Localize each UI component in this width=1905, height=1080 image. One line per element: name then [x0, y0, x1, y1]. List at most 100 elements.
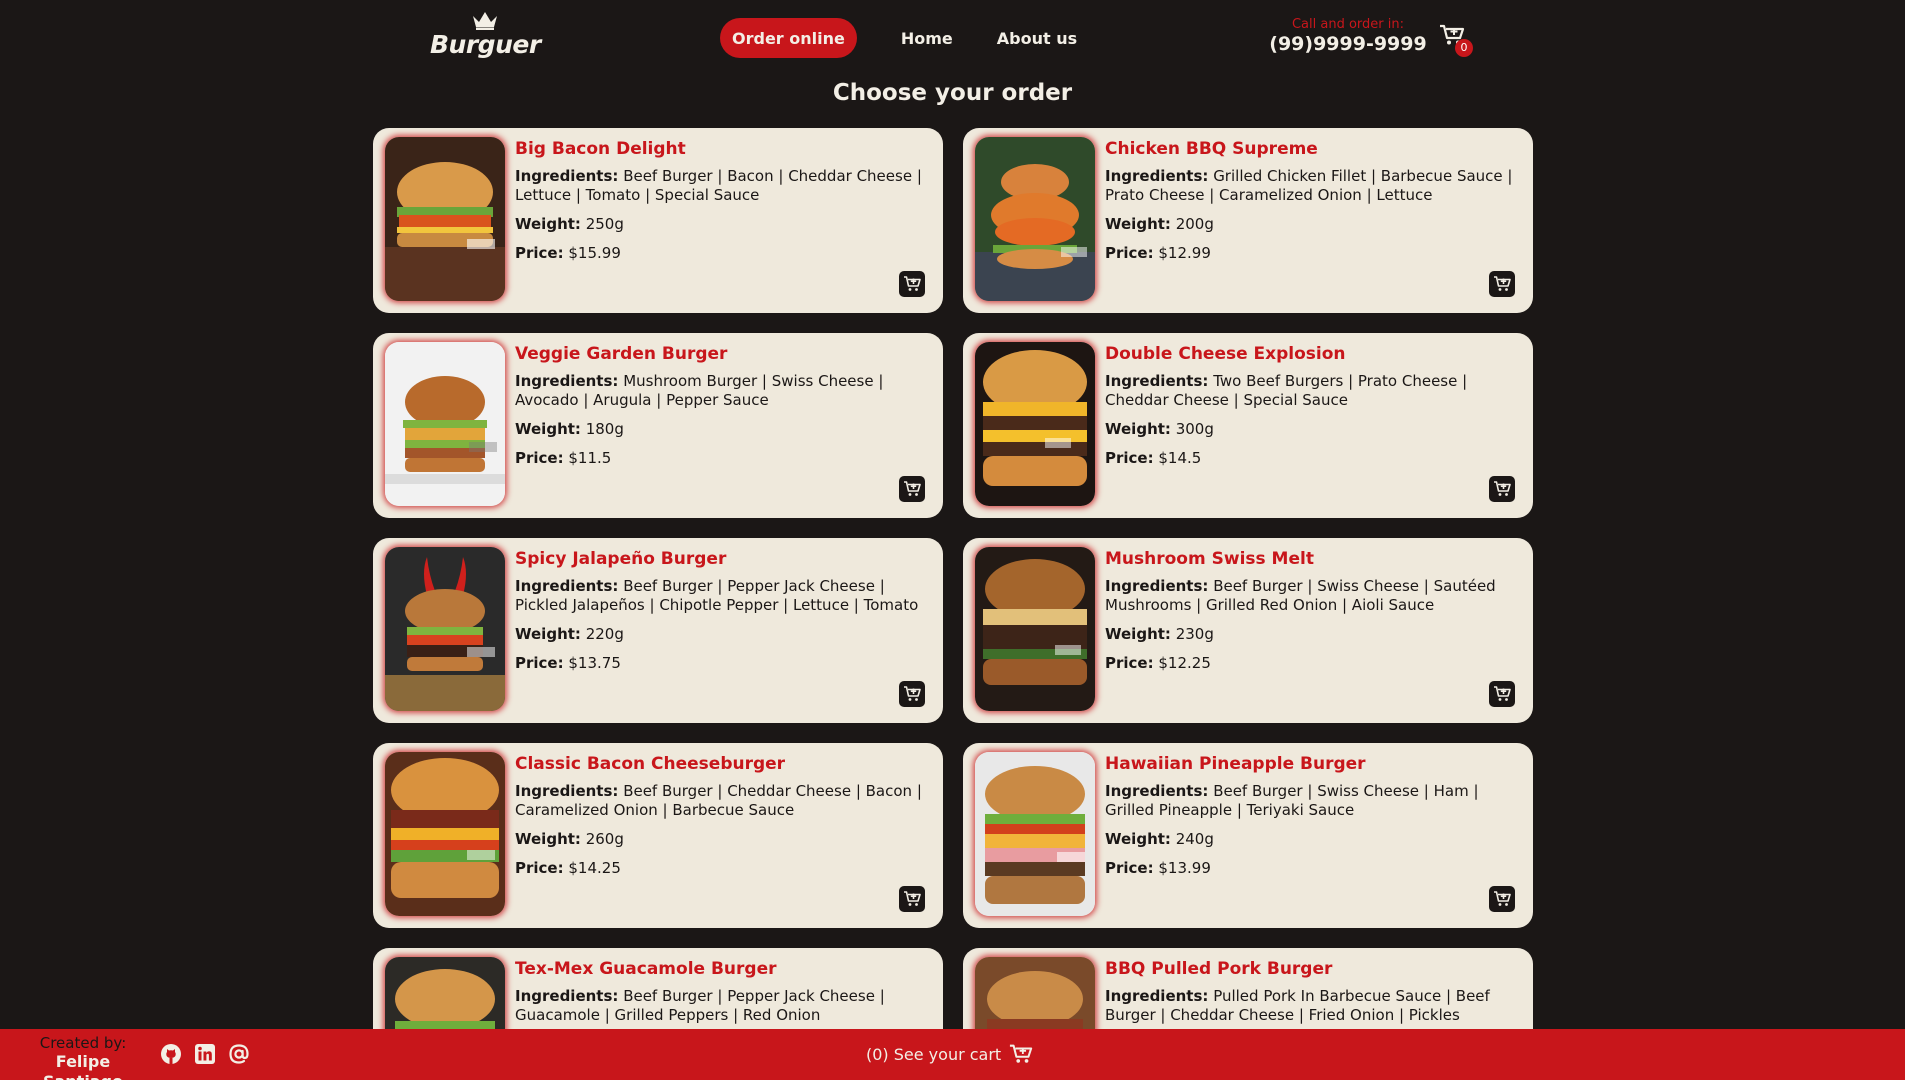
cart-count-badge: 0 — [1455, 39, 1473, 57]
price-label: Price: — [1105, 449, 1154, 467]
product-image — [975, 137, 1095, 301]
product-price: $11.5 — [568, 449, 612, 467]
product-image — [975, 752, 1095, 916]
add-to-cart-icon — [1494, 891, 1511, 906]
add-to-cart-icon — [1494, 686, 1511, 701]
product-name: Classic Bacon Cheeseburger — [515, 754, 786, 774]
product-name: Spicy Jalapeño Burger — [515, 549, 727, 569]
product-weight: 260g — [585, 830, 624, 848]
product-name: Big Bacon Delight — [515, 139, 686, 159]
crown-icon — [473, 12, 497, 30]
product-image — [385, 957, 505, 1029]
weight-label: Weight: — [515, 625, 581, 643]
nav-about-us[interactable]: About us — [986, 18, 1088, 58]
product-image — [385, 342, 505, 506]
product-name: Double Cheese Explosion — [1105, 344, 1346, 364]
nav-home[interactable]: Home — [890, 18, 964, 58]
contact-label: Call and order in: — [1291, 17, 1405, 32]
email-link[interactable] — [228, 1043, 250, 1065]
ingredients-label: Ingredients: — [515, 782, 619, 800]
product-weight: 200g — [1175, 215, 1214, 233]
linkedin-link[interactable] — [194, 1043, 216, 1065]
product-image — [385, 547, 505, 711]
product-price: $12.99 — [1158, 244, 1211, 262]
product-card: Spicy Jalapeño Burger Ingredients: Beef … — [373, 538, 943, 723]
weight-label: Weight: — [515, 215, 581, 233]
weight-label: Weight: — [1105, 625, 1171, 643]
product-image — [975, 957, 1095, 1029]
price-label: Price: — [1105, 859, 1154, 877]
ingredients-label: Ingredients: — [515, 987, 619, 1005]
add-to-cart-button[interactable] — [1489, 681, 1515, 707]
created-by-label: Created by: — [39, 1034, 127, 1052]
ingredients-label: Ingredients: — [1105, 987, 1209, 1005]
price-label: Price: — [1105, 244, 1154, 262]
header-cart-button[interactable]: 0 — [1439, 24, 1475, 58]
product-weight: 180g — [585, 420, 624, 438]
add-to-cart-button[interactable] — [1489, 886, 1515, 912]
price-label: Price: — [515, 859, 564, 877]
add-to-cart-icon — [904, 481, 921, 496]
product-image — [975, 342, 1095, 506]
weight-label: Weight: — [515, 420, 581, 438]
product-card: Mushroom Swiss Melt Ingredients: Beef Bu… — [963, 538, 1533, 723]
weight-label: Weight: — [1105, 830, 1171, 848]
add-to-cart-icon — [904, 891, 921, 906]
product-weight: 240g — [1175, 830, 1214, 848]
product-name: Hawaiian Pineapple Burger — [1105, 754, 1366, 774]
product-grid: Big Bacon Delight Ingredients: Beef Burg… — [373, 128, 1533, 1029]
product-card: Classic Bacon Cheeseburger Ingredients: … — [373, 743, 943, 928]
add-to-cart-button[interactable] — [899, 886, 925, 912]
product-name: Chicken BBQ Supreme — [1105, 139, 1318, 159]
product-card: Chicken BBQ Supreme Ingredients: Grilled… — [963, 128, 1533, 313]
product-price: $15.99 — [568, 244, 621, 262]
product-price: $13.99 — [1158, 859, 1211, 877]
price-label: Price: — [515, 449, 564, 467]
product-weight: 230g — [1175, 625, 1214, 643]
add-to-cart-button[interactable] — [1489, 476, 1515, 502]
ingredients-label: Ingredients: — [1105, 372, 1209, 390]
add-to-cart-button[interactable] — [1489, 271, 1515, 297]
add-to-cart-button[interactable] — [899, 681, 925, 707]
product-card: Big Bacon Delight Ingredients: Beef Burg… — [373, 128, 943, 313]
social-links — [160, 1043, 262, 1065]
ingredients-label: Ingredients: — [1105, 577, 1209, 595]
add-to-cart-icon — [904, 686, 921, 701]
product-image — [385, 752, 505, 916]
product-price: $13.75 — [568, 654, 621, 672]
brand-name: Burguer — [430, 30, 541, 59]
product-name: Tex-Mex Guacamole Burger — [515, 959, 777, 979]
see-your-cart-button[interactable]: (0) See your cart — [866, 1043, 1033, 1065]
contact-phone: (99)9999-9999 — [1269, 33, 1427, 55]
add-to-cart-icon — [1494, 481, 1511, 496]
ingredients-label: Ingredients: — [515, 167, 619, 185]
author-name: Felipe Santiago — [43, 1052, 123, 1080]
add-to-cart-icon — [1494, 276, 1511, 291]
product-image — [975, 547, 1095, 711]
ingredients-label: Ingredients: — [515, 372, 619, 390]
nav-order-online[interactable]: Order online — [720, 18, 857, 58]
at-sign-icon — [229, 1044, 249, 1064]
product-weight: 300g — [1175, 420, 1214, 438]
cart-icon — [1010, 1044, 1033, 1063]
contact-info: Call and order in: (99)9999-9999 — [1268, 17, 1428, 55]
product-card: Hawaiian Pineapple Burger Ingredients: B… — [963, 743, 1533, 928]
product-name: Veggie Garden Burger — [515, 344, 728, 364]
github-icon — [161, 1044, 181, 1064]
ingredients-label: Ingredients: — [1105, 167, 1209, 185]
github-link[interactable] — [160, 1043, 182, 1065]
price-label: Price: — [515, 244, 564, 262]
add-to-cart-icon — [904, 276, 921, 291]
product-card: Tex-Mex Guacamole Burger Ingredients: Be… — [373, 948, 943, 1029]
product-price: $14.25 — [568, 859, 621, 877]
weight-label: Weight: — [515, 830, 581, 848]
add-to-cart-button[interactable] — [899, 476, 925, 502]
weight-label: Weight: — [1105, 420, 1171, 438]
add-to-cart-button[interactable] — [899, 271, 925, 297]
main-nav: Order online Home About us — [720, 18, 1110, 58]
price-label: Price: — [515, 654, 564, 672]
ingredients-label: Ingredients: — [1105, 782, 1209, 800]
price-label: Price: — [1105, 654, 1154, 672]
product-weight: 250g — [585, 215, 624, 233]
logo[interactable]: Burguer — [430, 10, 541, 59]
